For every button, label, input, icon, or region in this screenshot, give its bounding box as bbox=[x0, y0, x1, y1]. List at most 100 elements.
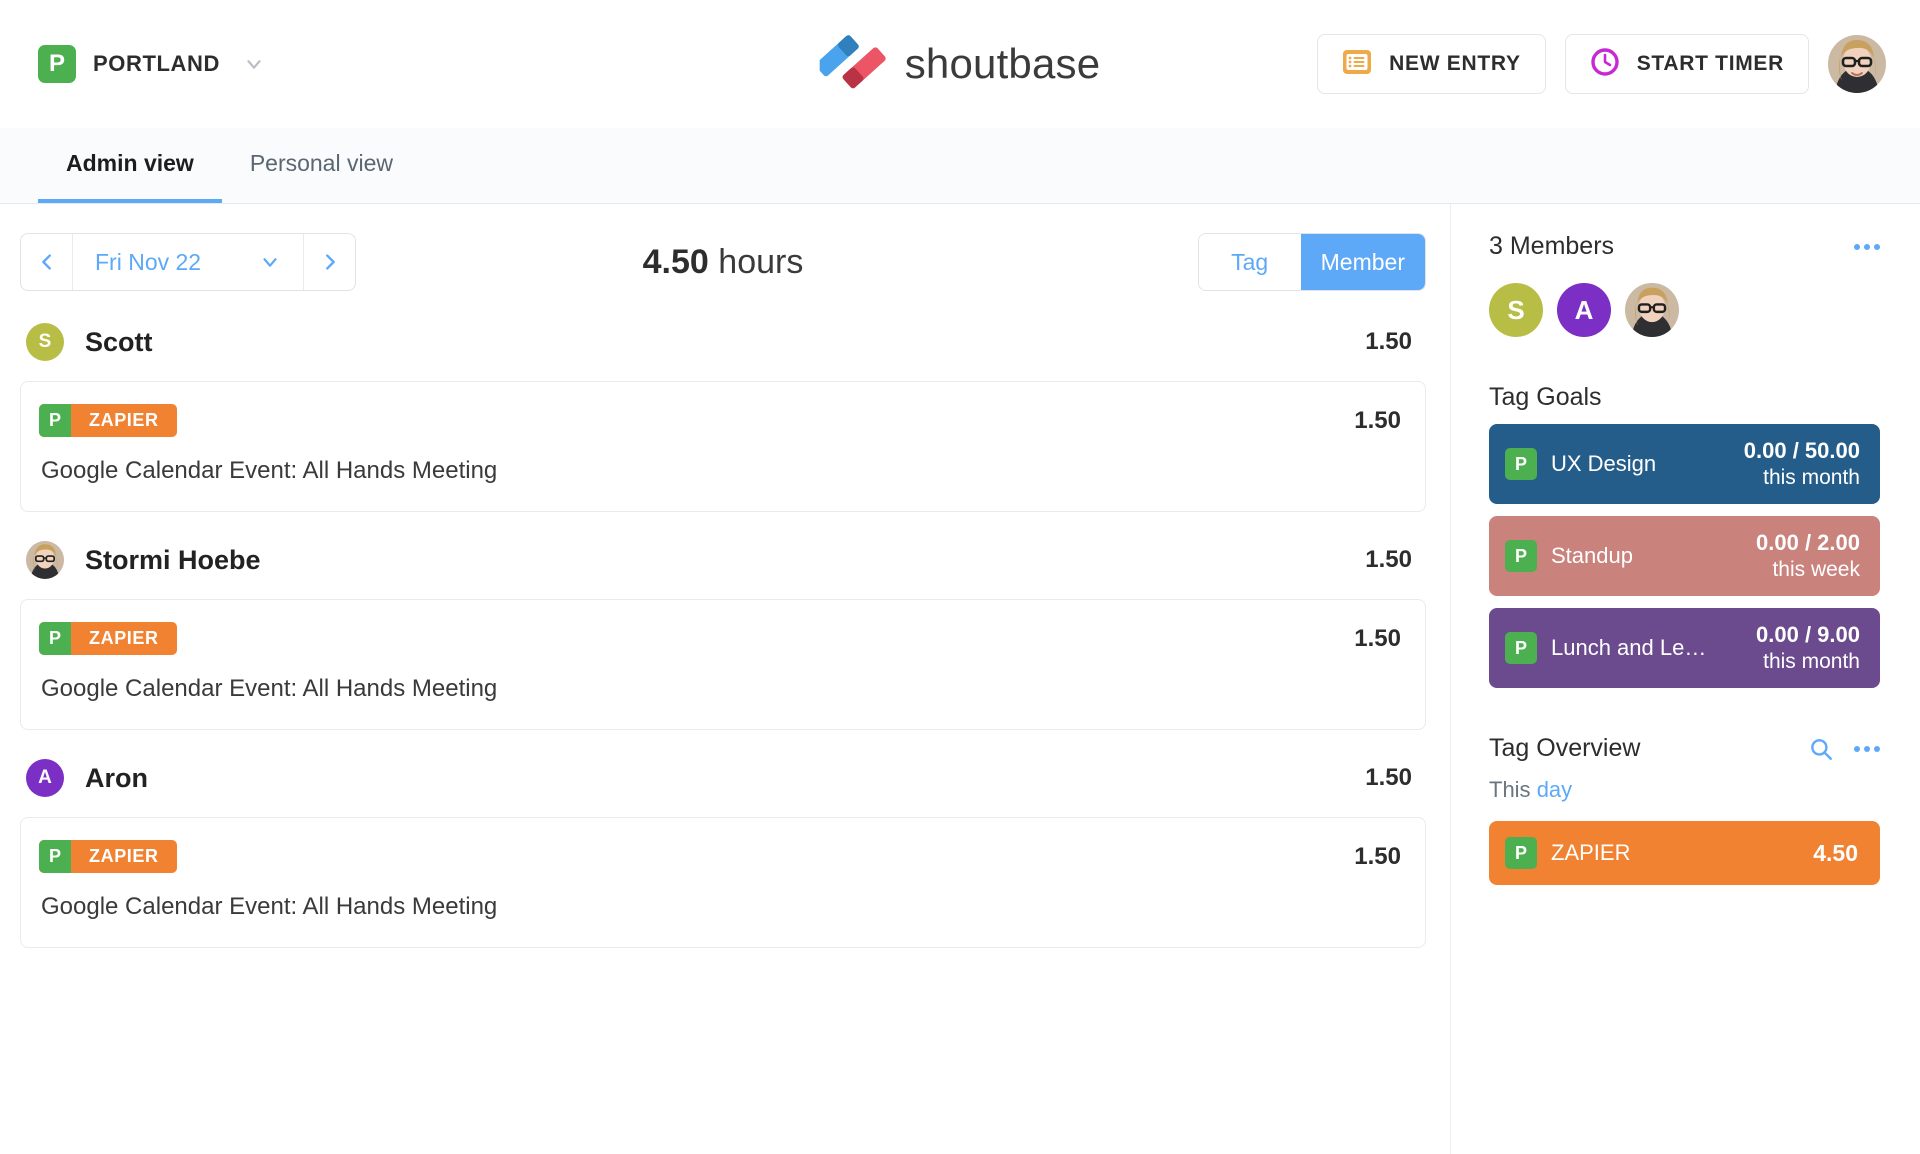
member-group-header[interactable]: Stormi Hoebe 1.50 bbox=[20, 532, 1426, 588]
tag-goal-progress: 0.00 / 50.00 this month bbox=[1732, 438, 1860, 490]
tag-overview-header: Tag Overview bbox=[1489, 734, 1880, 763]
tag-project-badge: P bbox=[1505, 448, 1537, 480]
tag-project-badge: P bbox=[1505, 632, 1537, 664]
tag-name: ZAPIER bbox=[89, 846, 159, 866]
search-icon[interactable] bbox=[1808, 736, 1834, 762]
tag-chip[interactable]: P ZAPIER bbox=[39, 404, 177, 437]
chevron-down-icon bbox=[243, 53, 265, 75]
member-name: Stormi Hoebe bbox=[85, 544, 261, 575]
tag-goal-period: this month bbox=[1763, 650, 1860, 673]
member-name: Aron bbox=[85, 762, 148, 793]
tag-goal-name: Lunch and Le… bbox=[1551, 635, 1707, 660]
tag-project-badge: P bbox=[39, 622, 71, 655]
tag-goal-value: 0.00 / 2.00 bbox=[1756, 530, 1860, 555]
tag-overview-name: ZAPIER bbox=[1551, 840, 1631, 865]
time-entry-description: Google Calendar Event: All Hands Meeting bbox=[41, 675, 498, 702]
tag-name: ZAPIER bbox=[89, 628, 159, 648]
tag-project-badge: P bbox=[1505, 540, 1537, 572]
clock-icon bbox=[1590, 47, 1620, 82]
groupby-tag-option[interactable]: Tag bbox=[1198, 234, 1301, 290]
members-avatars: S A bbox=[1489, 283, 1880, 337]
org-name: PORTLAND bbox=[93, 51, 221, 76]
member-group: S Scott 1.50 P ZAPIER 1.50 Google Calend… bbox=[20, 314, 1426, 512]
total-hours-value: 4.50 bbox=[642, 242, 709, 281]
tag-overview-title: Tag Overview bbox=[1489, 734, 1641, 762]
next-day-button[interactable] bbox=[303, 234, 355, 290]
tag-project-badge: P bbox=[1505, 837, 1537, 869]
tag-name: ZAPIER bbox=[89, 410, 159, 430]
avatar: A bbox=[26, 759, 64, 797]
tag-goal-period: this month bbox=[1763, 466, 1860, 489]
avatar[interactable]: A bbox=[1557, 283, 1611, 337]
avatar[interactable] bbox=[1625, 283, 1679, 337]
tag-overview-scope-prefix: This bbox=[1489, 777, 1537, 802]
member-group-header[interactable]: S Scott 1.50 bbox=[20, 314, 1426, 370]
members-title: 3 Members bbox=[1489, 232, 1615, 260]
tag-goal-name: UX Design bbox=[1551, 451, 1657, 476]
member-hours: 1.50 bbox=[1365, 328, 1412, 355]
time-entry[interactable]: P ZAPIER 1.50 Google Calendar Event: All… bbox=[20, 817, 1426, 948]
tag-chip[interactable]: P ZAPIER bbox=[39, 840, 177, 873]
time-entry-header: P ZAPIER 1.50 bbox=[39, 840, 1401, 873]
tag-overview-section: Tag Overview This day P ZAPIER 4.50 bbox=[1489, 734, 1880, 885]
time-entry-description: Google Calendar Event: All Hands Meeting bbox=[41, 457, 498, 484]
tag-overview-actions bbox=[1808, 736, 1880, 762]
tag-goal-progress: 0.00 / 2.00 this week bbox=[1744, 530, 1860, 582]
avatar bbox=[26, 541, 64, 579]
start-timer-label: START TIMER bbox=[1636, 52, 1784, 75]
more-dots-icon[interactable] bbox=[1854, 745, 1880, 752]
tag-overview-row[interactable]: P ZAPIER 4.50 bbox=[1489, 821, 1880, 885]
member-group-header[interactable]: A Aron 1.50 bbox=[20, 750, 1426, 806]
app-header: P PORTLAND shoutbase NEW ENTRY START TIM… bbox=[0, 0, 1920, 128]
tag-goals-title: Tag Goals bbox=[1489, 383, 1602, 411]
timesheet-panel: Fri Nov 22 4.50 hours Tag Member S Scott… bbox=[0, 204, 1450, 1154]
view-tabs: Admin view Personal view bbox=[0, 128, 1920, 204]
member-hours: 1.50 bbox=[1365, 764, 1412, 791]
tag-project-badge: P bbox=[39, 404, 71, 437]
avatar: S bbox=[26, 323, 64, 361]
member-hours: 1.50 bbox=[1365, 546, 1412, 573]
tab-admin-view[interactable]: Admin view bbox=[38, 128, 222, 203]
tag-goals-section: Tag Goals P UX Design 0.00 / 50.00 this … bbox=[1489, 383, 1880, 688]
members-header: 3 Members bbox=[1489, 232, 1880, 261]
tag-overview-scope: This day bbox=[1489, 777, 1880, 803]
tag-goal-item[interactable]: P Lunch and Le… 0.00 / 9.00 this month bbox=[1489, 608, 1880, 688]
date-picker[interactable]: Fri Nov 22 bbox=[73, 234, 303, 290]
groupby-toggle: Tag Member bbox=[1197, 233, 1426, 291]
org-switcher[interactable]: P PORTLAND bbox=[38, 45, 265, 83]
timesheet-toolbar: Fri Nov 22 4.50 hours Tag Member bbox=[20, 230, 1426, 294]
user-avatar[interactable] bbox=[1828, 35, 1886, 93]
date-navigator: Fri Nov 22 bbox=[20, 233, 357, 291]
prev-day-button[interactable] bbox=[21, 234, 73, 290]
brand-name: shoutbase bbox=[904, 40, 1101, 87]
tag-goal-item[interactable]: P Standup 0.00 / 2.00 this week bbox=[1489, 516, 1880, 596]
tag-overview-scope-value[interactable]: day bbox=[1537, 777, 1572, 802]
tag-goal-item[interactable]: P UX Design 0.00 / 50.00 this month bbox=[1489, 424, 1880, 504]
brand-logo: shoutbase bbox=[819, 33, 1101, 95]
header-actions: NEW ENTRY START TIMER bbox=[1317, 34, 1886, 94]
avatar[interactable]: S bbox=[1489, 283, 1543, 337]
date-label: Fri Nov 22 bbox=[95, 248, 202, 275]
more-dots-icon[interactable] bbox=[1854, 243, 1880, 250]
tag-goal-progress: 0.00 / 9.00 this month bbox=[1744, 622, 1860, 674]
time-entry-hours: 1.50 bbox=[1354, 842, 1401, 870]
list-icon bbox=[1342, 49, 1372, 80]
time-entry[interactable]: P ZAPIER 1.50 Google Calendar Event: All… bbox=[20, 381, 1426, 512]
tag-goal-value: 0.00 / 9.00 bbox=[1756, 622, 1860, 647]
tag-overview-value: 4.50 bbox=[1813, 839, 1858, 866]
tag-goal-period: this week bbox=[1772, 558, 1860, 581]
tab-personal-view[interactable]: Personal view bbox=[222, 128, 421, 203]
shoutbase-mark-icon bbox=[819, 35, 886, 89]
members-actions bbox=[1854, 243, 1880, 250]
tag-goal-value: 0.00 / 50.00 bbox=[1743, 438, 1860, 463]
time-entry-hours: 1.50 bbox=[1354, 406, 1401, 434]
new-entry-button[interactable]: NEW ENTRY bbox=[1317, 34, 1546, 94]
time-entry-header: P ZAPIER 1.50 bbox=[39, 404, 1401, 437]
groupby-member-option[interactable]: Member bbox=[1300, 234, 1425, 290]
time-entry[interactable]: P ZAPIER 1.50 Google Calendar Event: All… bbox=[20, 599, 1426, 730]
tag-chip[interactable]: P ZAPIER bbox=[39, 622, 177, 655]
start-timer-button[interactable]: START TIMER bbox=[1564, 34, 1809, 94]
time-entry-header: P ZAPIER 1.50 bbox=[39, 622, 1401, 655]
new-entry-label: NEW ENTRY bbox=[1389, 52, 1521, 75]
member-name: Scott bbox=[85, 326, 153, 357]
